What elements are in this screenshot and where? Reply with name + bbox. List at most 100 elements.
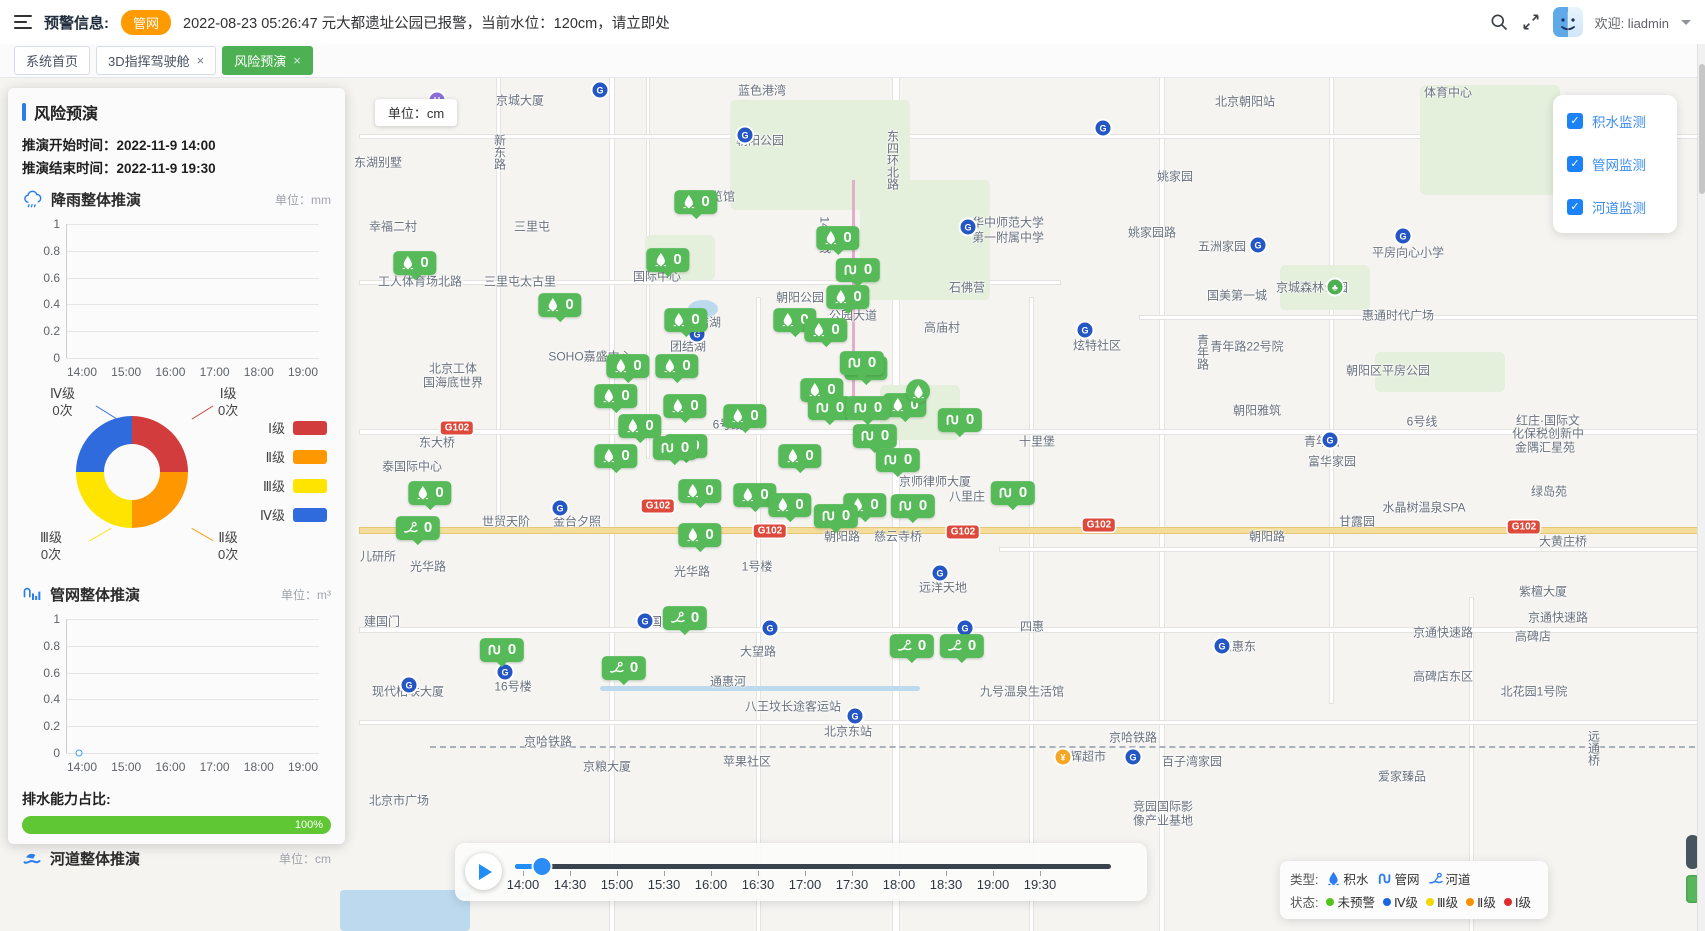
fullscreen-icon[interactable] [1521,12,1541,32]
timeline-tick-label: 16:30 [742,877,775,892]
map-label: 四惠 [1020,618,1044,635]
map-label: 泰国际中心 [382,458,442,475]
tab-close-icon[interactable]: × [293,54,301,67]
y-axis-tick-label: 0.4 [28,297,60,311]
start-time-value: 2022-11-9 14:00 [117,138,216,153]
marker-river[interactable]: 0 [890,634,934,658]
checkbox-checked-icon[interactable]: ✓ [1567,156,1583,172]
marker-pipe[interactable]: 0 [814,504,858,528]
map-label: 九号温泉生活馆 [980,683,1064,700]
avatar[interactable] [1553,7,1583,37]
drop-icon [415,485,430,500]
marker-drop[interactable]: 0 [804,318,847,342]
sim-start-time: 推演开始时间：2022-11-9 14:00 [22,134,331,154]
play-button[interactable] [465,853,502,890]
drain-capacity-bar: 100% [22,816,331,834]
marker-drop[interactable] [906,379,930,403]
marker-drop[interactable]: 0 [646,248,689,272]
title-accent-bar [22,103,26,121]
timeline-track[interactable] [515,864,1111,869]
y-axis-tick-label: 1 [28,217,60,231]
donut-leader-line [191,528,213,541]
marker-drop[interactable]: 0 [538,293,581,317]
pipe-icon [843,262,859,277]
user-menu-caret-icon[interactable] [1681,20,1691,30]
marker-drop[interactable]: 0 [723,404,766,428]
marker-pipe[interactable]: 0 [840,351,884,375]
marker-pipe[interactable]: 0 [991,481,1035,505]
marker-pipe[interactable]: 0 [938,408,982,432]
marker-drop[interactable]: 0 [826,285,869,309]
drop-icon [807,382,822,397]
marker-value: 0 [508,641,516,658]
road-number-badge: G102 [642,500,674,513]
map-label: 朝阳区平房公园 [1346,362,1430,379]
marker-drop[interactable]: 0 [664,308,707,332]
y-axis-tick-label: 0 [28,746,60,760]
marker-drop[interactable]: 0 [674,190,717,214]
legend-status-item: 未预警 [1326,892,1375,911]
marker-pipe[interactable]: 0 [876,448,920,472]
marker-value: 0 [633,357,641,374]
data-point [76,750,83,757]
timeline-handle[interactable] [534,858,551,875]
layer-toggle-河道监测[interactable]: ✓河道监测 [1567,197,1663,217]
chart-gridline [66,304,319,305]
x-axis-tick-label: 17:00 [200,365,230,379]
marker-river[interactable]: 0 [663,606,707,630]
marker-drop[interactable]: 0 [594,384,637,408]
page-scrollbar[interactable] [1697,44,1705,931]
map-label: 京哈铁路 [524,733,572,750]
timeline-tick-label: 15:30 [648,877,681,892]
marker-drop[interactable]: 0 [393,251,436,275]
marker-drop[interactable]: 0 [678,479,721,503]
map-poi-icon: G [1251,238,1266,253]
marker-pipe[interactable]: 0 [653,436,697,460]
marker-river[interactable]: 0 [940,634,984,658]
tab-close-icon[interactable]: × [197,54,205,67]
x-axis-tick-label: 15:00 [111,760,141,774]
checkbox-checked-icon[interactable]: ✓ [1567,113,1583,129]
marker-value: 0 [842,507,850,524]
marker-drop[interactable]: 0 [655,354,698,378]
marker-drop[interactable]: 0 [678,523,721,547]
road-number-badge: G102 [441,422,473,435]
map-label: 北京朝阳站 [1215,93,1275,110]
marker-drop[interactable]: 0 [594,444,637,468]
map-label: 甘露园 [1339,513,1375,530]
marker-value: 0 [874,399,882,416]
marker-value: 0 [864,261,872,278]
map-label: 金隅汇星苑 [1515,439,1575,456]
marker-pipe[interactable]: 0 [846,396,890,420]
marker-drop[interactable]: 0 [618,414,661,438]
layer-toggle-管网监测[interactable]: ✓管网监测 [1567,154,1663,174]
marker-drop[interactable]: 0 [408,481,451,505]
marker-river[interactable]: 0 [602,656,646,680]
donut-legend-row: Ⅳ级 [260,505,327,524]
marker-drop[interactable]: 0 [778,444,821,468]
tab-2[interactable]: 3D指挥驾驶舱× [96,46,216,75]
menu-icon[interactable] [14,15,32,29]
marker-value: 0 [1019,484,1027,501]
tab-1[interactable]: 系统首页 [14,46,90,75]
marker-drop[interactable]: 0 [768,493,811,517]
marker-drop[interactable]: 0 [663,394,706,418]
map-label: 东四环北路 [885,130,902,190]
marker-drop[interactable]: 0 [606,354,649,378]
marker-pipe[interactable]: 0 [480,638,524,662]
tab-3[interactable]: 风险预演× [222,46,313,75]
marker-drop[interactable]: 0 [816,226,859,250]
drop-icon [685,527,700,542]
checkbox-checked-icon[interactable]: ✓ [1567,199,1583,215]
scrollbar-thumb[interactable] [1699,64,1705,194]
marker-river[interactable]: 0 [396,516,440,540]
marker-pipe[interactable]: 0 [853,424,897,448]
map-label: 姚家园 [1157,168,1193,185]
drop-icon [775,497,790,512]
marker-pipe[interactable]: 0 [891,494,935,518]
search-icon[interactable] [1489,12,1509,32]
marker-value: 0 [691,311,699,328]
layer-toggle-积水监测[interactable]: ✓积水监测 [1567,111,1663,131]
alert-label: 预警信息: [44,12,109,33]
marker-pipe[interactable]: 0 [836,258,880,282]
